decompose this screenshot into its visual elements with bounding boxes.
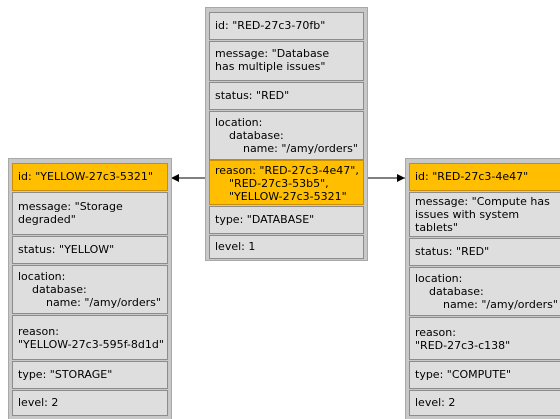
node-yellow-27c3-5321: id: "YELLOW-27c3-5321" message: "Storage… (8, 158, 172, 419)
node-red-27c3-4e47: id: "RED-27c3-4e47" message: "Compute ha… (405, 158, 560, 419)
node-field-reason: reason: "YELLOW-27c3-595f-8d1d" (12, 315, 168, 360)
node-field-type: type: "COMPUTE" (409, 361, 560, 389)
node-field-reason: reason: "RED-27c3-4e47", "RED-27c3-53b5"… (209, 160, 364, 205)
node-field-message: message: "Storage degraded" (12, 192, 168, 235)
node-field-location: location: database: name: "/amy/orders" (12, 265, 168, 314)
node-red-27c3-70fb: id: "RED-27c3-70fb" message: "Database h… (205, 7, 368, 261)
node-field-status: status: "YELLOW" (12, 236, 168, 264)
node-field-status: status: "RED" (209, 82, 364, 110)
node-field-location: location: database: name: "/amy/orders" (409, 267, 560, 316)
node-field-reason: reason: "RED-27c3-c138" (409, 317, 560, 360)
node-field-id: id: "RED-27c3-4e47" (409, 163, 560, 191)
node-field-message: message: "Compute has issues with system… (409, 192, 560, 237)
node-field-message: message: "Database has multiple issues" (209, 41, 364, 81)
node-field-location: location: database: name: "/amy/orders" (209, 111, 364, 160)
node-field-id: id: "YELLOW-27c3-5321" (12, 163, 168, 191)
node-field-status: status: "RED" (409, 238, 560, 266)
node-field-type: type: "STORAGE" (12, 361, 168, 389)
node-field-level: level: 2 (12, 390, 168, 416)
node-field-type: type: "DATABASE" (209, 206, 364, 234)
node-field-id: id: "RED-27c3-70fb" (209, 12, 364, 40)
node-field-level: level: 1 (209, 235, 364, 259)
node-field-level: level: 2 (409, 390, 560, 416)
